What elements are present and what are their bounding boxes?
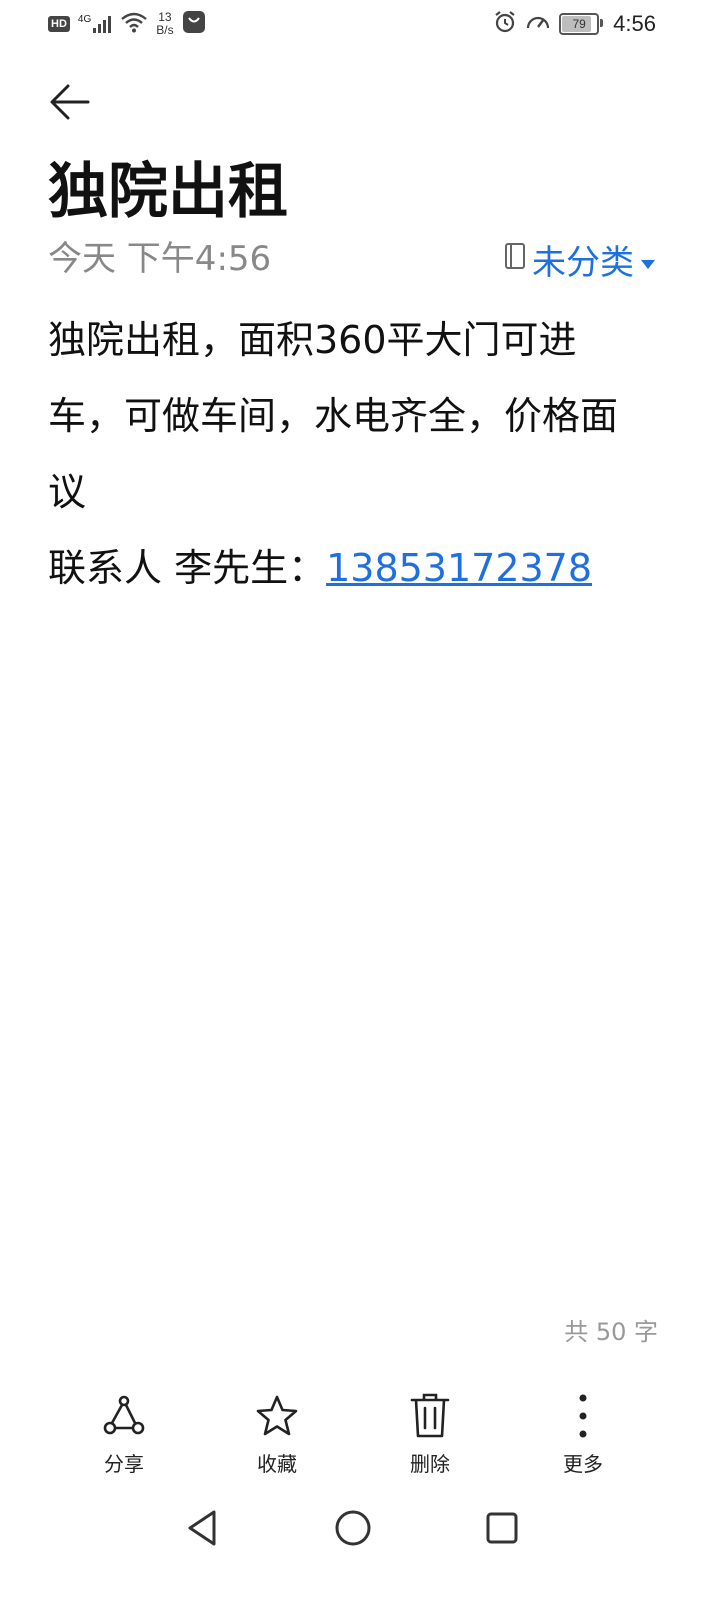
speedometer-icon: [525, 10, 551, 39]
share-label: 分享: [104, 1452, 144, 1476]
status-left: HD 4G 13 B/s: [48, 8, 206, 40]
triangle-back-icon: [188, 1510, 216, 1546]
note-title[interactable]: 独院出租: [48, 152, 288, 232]
contact-prefix: 联系人 李先生：: [48, 546, 327, 590]
share-icon: [102, 1390, 146, 1442]
note-contact-line: 联系人 李先生：13853172378: [48, 530, 638, 606]
network-type-label: 4G: [77, 14, 92, 25]
arrow-left-icon: [50, 84, 90, 120]
delete-button[interactable]: 删除: [370, 1390, 490, 1480]
signal-icon: 4G: [78, 14, 112, 34]
note-date: 今天 下午4:56: [48, 239, 272, 279]
back-button[interactable]: [44, 76, 96, 128]
caret-down-icon: [640, 239, 656, 279]
system-nav-bar: [0, 1496, 720, 1560]
more-button[interactable]: 更多: [523, 1390, 643, 1480]
category-label: 未分类: [532, 242, 634, 283]
status-right: 79 4:56: [493, 8, 656, 40]
note-paragraph: 独院出租，面积360平大门可进车，可做车间，水电齐全，价格面议: [48, 318, 619, 514]
net-speed: 13 B/s: [156, 11, 173, 37]
favorite-button[interactable]: 收藏: [217, 1390, 337, 1480]
clock: 4:56: [613, 11, 656, 36]
share-button[interactable]: 分享: [64, 1390, 184, 1480]
status-bar: HD 4G 13 B/s 79 4:56: [0, 0, 720, 48]
more-vertical-icon: [577, 1390, 589, 1442]
battery-level: 79: [572, 17, 586, 31]
delete-label: 删除: [410, 1452, 450, 1476]
trash-icon: [408, 1390, 452, 1442]
alarm-icon: [493, 10, 517, 39]
category-selector[interactable]: 未分类: [504, 236, 656, 283]
more-label: 更多: [563, 1452, 603, 1476]
nav-recents-button[interactable]: [476, 1502, 528, 1554]
nav-back-button[interactable]: [176, 1502, 228, 1554]
bottom-toolbar: 分享 收藏 删除 更多: [0, 1390, 720, 1480]
note-body[interactable]: 独院出租，面积360平大门可进车，可做车间，水电齐全，价格面议 联系人 李先生：…: [48, 302, 638, 606]
square-recents-icon: [486, 1512, 518, 1544]
word-count: 共 50 字: [564, 1318, 658, 1346]
wifi-icon: [120, 11, 148, 38]
notebook-icon: [504, 239, 526, 279]
net-speed-unit: B/s: [156, 23, 174, 37]
circle-home-icon: [335, 1510, 371, 1546]
favorite-label: 收藏: [257, 1452, 297, 1476]
phone-link[interactable]: 13853172378: [326, 546, 592, 590]
star-icon: [254, 1390, 300, 1442]
hd-badge: HD: [48, 16, 70, 32]
nav-home-button[interactable]: [327, 1502, 379, 1554]
shopping-bag-icon: [182, 10, 206, 39]
battery-icon: 79: [559, 13, 604, 35]
